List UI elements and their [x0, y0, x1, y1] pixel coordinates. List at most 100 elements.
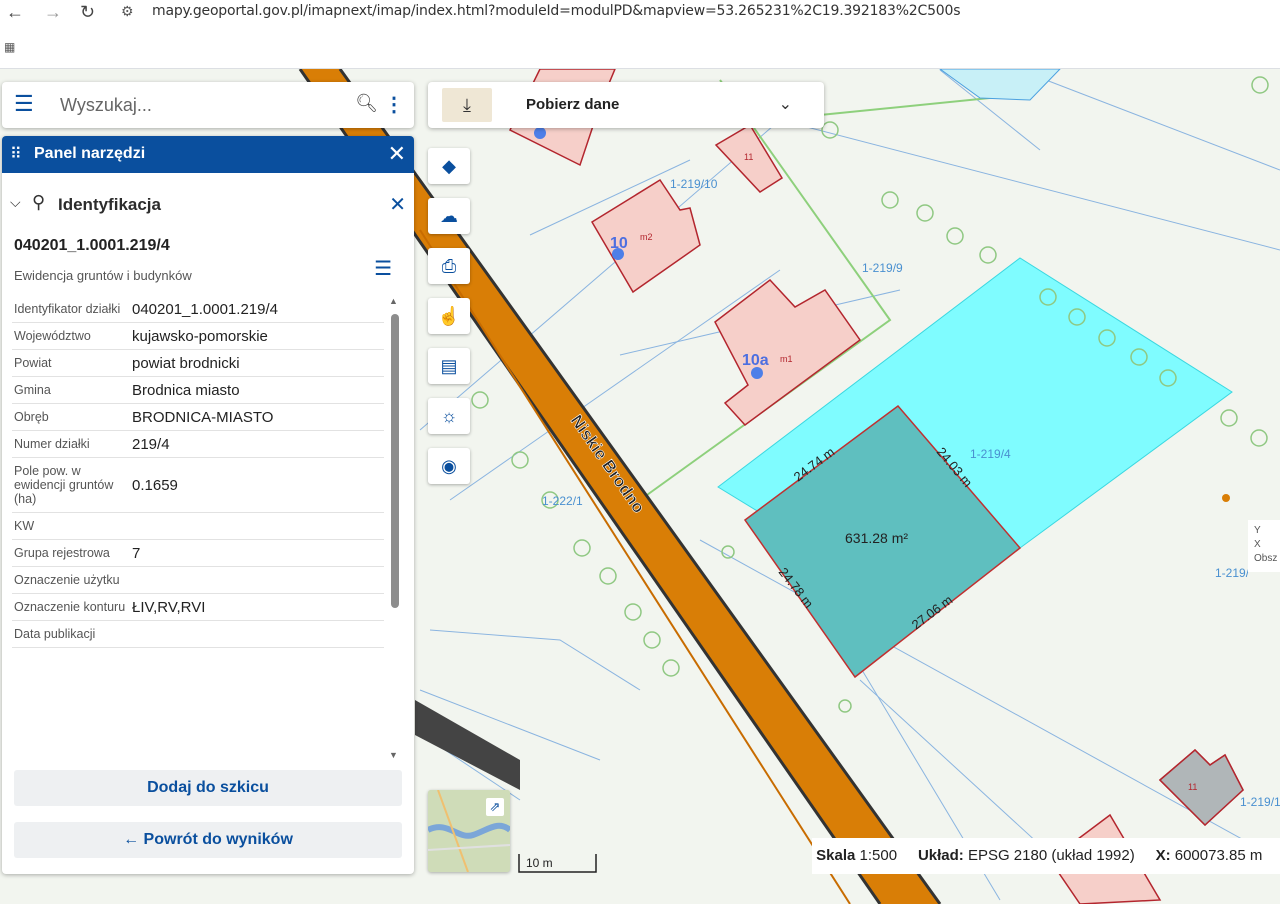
search-bar[interactable]: ☰ Wyszukaj... 🔍︎ ⋮ [2, 82, 414, 128]
options-menu-icon[interactable]: ☰ [374, 256, 392, 281]
status-bar: Skala 1:500 Układ: EPSG 2180 (układ 1992… [812, 838, 1280, 874]
identification-title: Identyfikacja [58, 195, 161, 214]
hamburger-menu-icon[interactable]: ☰ [14, 93, 34, 115]
search-icon[interactable]: 🔍︎ [355, 93, 378, 114]
back-to-results-label: Powrót do wyników [143, 831, 293, 848]
reload-icon[interactable]: ↻ [80, 2, 95, 22]
attribute-value: ŁIV,RV,RVI [132, 598, 206, 616]
layers-button[interactable]: ◆ [428, 148, 470, 184]
scrollbar-thumb[interactable] [391, 314, 399, 608]
attribute-key: Pole pow. w ewidencji gruntów (ha) [14, 464, 114, 506]
chevron-down-icon[interactable]: ⌵ [10, 194, 21, 211]
add-service-button[interactable]: ☁ [428, 198, 470, 234]
address-bar[interactable]: mapy.geoportal.gov.pl/imapnext/imap/inde… [152, 3, 961, 19]
close-identification-icon[interactable]: ✕ [389, 192, 406, 217]
close-panel-icon[interactable]: ✕ [388, 141, 406, 167]
attribute-value: BRODNICA-MIASTO [132, 408, 274, 426]
arrow-left-icon: ← [123, 831, 140, 848]
coordinate-box: Y X Obsz [1248, 520, 1280, 572]
attribute-table: Identyfikator działki 040201_1.0001.219/4… [12, 296, 384, 764]
panel-header: ⠿ Panel narzędzi ✕ [2, 136, 414, 173]
crs-value[interactable]: EPSG 2180 (układ 1992) [968, 847, 1135, 864]
open-external-icon[interactable]: ⇗ [486, 798, 504, 816]
sun-tool-button[interactable]: ☼ [428, 398, 470, 434]
chevron-down-icon[interactable]: ⌄ [779, 94, 792, 114]
parcel-label-219-10: 1-219/10 [670, 177, 718, 191]
parcel-label-222-1: 1-222/1 [542, 494, 583, 508]
cloud-add-icon: ☁ [440, 206, 458, 226]
camera-button[interactable]: ◉ [428, 448, 470, 484]
attribute-value: 219/4 [132, 435, 170, 453]
download-icon: ⤓ [442, 88, 492, 122]
building-number-10a: 10a [742, 352, 769, 369]
tools-panel: ⠿ Panel narzędzi ✕ ⌵ ⚲ Identyfikacja ✕ 0… [2, 136, 414, 874]
touch-identify-icon: ☝ [437, 306, 461, 326]
scale-bar-label: 10 m [526, 856, 553, 870]
minimap[interactable]: ⇗ [428, 790, 510, 872]
scale-label: Skala [816, 847, 856, 864]
coord-y-label: Y [1254, 525, 1261, 536]
site-settings-icon[interactable]: ⚙ [121, 3, 134, 20]
panel-title: Panel narzędzi [34, 145, 146, 162]
attribute-row: Oznaczenie użytku [12, 567, 384, 594]
parcel-label-219-4: 1-219/4 [970, 447, 1011, 461]
crs-label: Układ: [917, 847, 964, 864]
print-icon: ⎙ [441, 256, 457, 276]
layers-icon: ◆ [442, 156, 456, 176]
add-to-sketch-button[interactable]: Dodaj do szkicu [14, 770, 402, 806]
attribute-key: Data publikacji [14, 627, 96, 641]
scroll-down-icon[interactable]: ▼ [389, 750, 398, 760]
attribute-row: Numer działki 219/4 [12, 431, 384, 458]
scale-value: 1:500 [859, 847, 898, 864]
search-icon: ⚲ [32, 192, 46, 212]
building-number-10: 10 [610, 235, 628, 252]
attribute-row: KW [12, 513, 384, 540]
building-code-11-bottom: 11 [1188, 782, 1197, 792]
attribute-row: Obręb BRODNICA-MIASTO [12, 404, 384, 431]
attribute-key: Grupa rejestrowa [14, 546, 110, 560]
apps-grid-icon[interactable]: ▦ [4, 40, 15, 54]
building-code-m2: m2 [640, 232, 653, 242]
attribute-value: 040201_1.0001.219/4 [132, 300, 278, 318]
attribute-key: Oznaczenie konturu [14, 600, 126, 614]
attribute-value: kujawsko-pomorskie [132, 327, 268, 345]
download-data-dropdown[interactable]: ⤓ Pobierz dane ⌄ [428, 82, 824, 128]
attribute-value: 7 [132, 544, 141, 562]
attribute-key: Obręb [14, 410, 49, 424]
scroll-up-icon[interactable]: ▲ [389, 296, 398, 306]
identify-button[interactable]: ☝ [428, 298, 470, 334]
print-button[interactable]: ⎙ [428, 248, 470, 284]
identification-header[interactable]: ⌵ ⚲ Identyfikacja ✕ [2, 192, 414, 222]
search-input[interactable]: Wyszukaj... [60, 95, 152, 116]
attribute-key: Województwo [14, 329, 91, 343]
parcel-id: 040201_1.0001.219/4 [14, 237, 170, 254]
more-options-icon[interactable]: ⋮ [384, 92, 404, 117]
attribute-row: Pole pow. w ewidencji gruntów (ha) 0.1659 [12, 458, 384, 513]
parcel-label-219-1: 1-219/1 [1240, 795, 1280, 809]
area-label: 631.28 m² [845, 530, 908, 546]
attribute-row: Powiat powiat brodnicki [12, 350, 384, 377]
coord-area-label: Obsz [1254, 553, 1278, 564]
attribute-row: Grupa rejestrowa 7 [12, 540, 384, 567]
grid-icon: ⠿ [10, 146, 22, 163]
back-arrow-icon[interactable]: ← [6, 2, 24, 22]
forward-arrow-icon[interactable]: → [44, 2, 62, 22]
clipboard-icon: ▤ [440, 356, 458, 376]
scale-bar: 10 m [518, 854, 598, 879]
attribute-value: 0.1659 [132, 476, 178, 494]
clipboard-button[interactable]: ▤ [428, 348, 470, 384]
attribute-key: KW [14, 519, 35, 533]
x-coord-value: 600073.85 m [1174, 847, 1263, 864]
attribute-value: powiat brodnicki [132, 354, 240, 372]
building-code-11-top: 11 [744, 152, 753, 162]
browser-chrome: ← → ↻ ⚙ mapy.geoportal.gov.pl/imapnext/i… [0, 0, 1280, 69]
parcel-subtitle: Ewidencja gruntów i budynków [14, 268, 192, 283]
coord-x-label: X [1254, 539, 1261, 550]
camera-icon: ◉ [441, 456, 457, 476]
parcel-label-219-9: 1-219/9 [862, 261, 903, 275]
attribute-key: Numer działki [14, 437, 90, 451]
back-to-results-button[interactable]: ← Powrót do wyników [14, 822, 402, 858]
building-code-m1: m1 [780, 354, 793, 364]
download-label: Pobierz dane [526, 96, 620, 113]
attribute-value: Brodnica miasto [132, 381, 240, 399]
